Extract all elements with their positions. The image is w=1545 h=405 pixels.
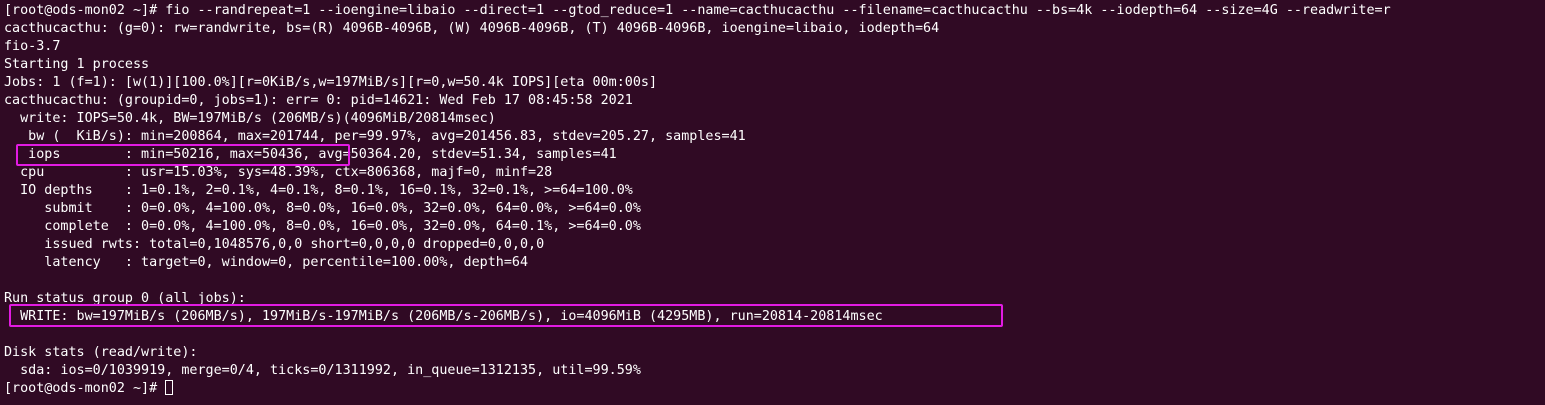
terminal-line-disk-stats: Disk stats (read/write): bbox=[4, 345, 198, 360]
terminal-line-cpu: cpu : usr=15.03%, sys=48.39%, ctx=806368… bbox=[4, 165, 553, 180]
terminal-line-fio-version: fio-3.7 bbox=[4, 39, 61, 54]
terminal-line-starting: Starting 1 process bbox=[4, 57, 150, 72]
terminal-line-jobs-status: Jobs: 1 (f=1): [w(1)][100.0%][r=0KiB/s,w… bbox=[4, 75, 658, 90]
iops-highlight-box bbox=[16, 144, 350, 166]
terminal-line-complete: complete : 0=0.0%, 4=100.0%, 8=0.0%, 16=… bbox=[4, 219, 641, 234]
write-summary-highlight-box bbox=[9, 304, 1003, 327]
text-cursor bbox=[165, 380, 174, 395]
terminal-line-sda: sda: ios=0/1039919, merge=0/4, ticks=0/1… bbox=[4, 363, 641, 378]
terminal-window[interactable]: [root@ods-mon02 ~]# fio --randrepeat=1 -… bbox=[0, 0, 1545, 405]
terminal-line-job-config: cacthucacthu: (g=0): rw=randwrite, bs=(R… bbox=[4, 21, 940, 36]
terminal-prompt-line[interactable]: [root@ods-mon02 ~]# bbox=[4, 380, 1545, 398]
terminal-line-issued-rwts: issued rwts: total=0,1048576,0,0 short=0… bbox=[4, 237, 545, 252]
terminal-line-command: [root@ods-mon02 ~]# fio --randrepeat=1 -… bbox=[4, 3, 1391, 18]
shell-prompt: [root@ods-mon02 ~]# bbox=[4, 381, 166, 396]
terminal-line-submit: submit : 0=0.0%, 4=100.0%, 8=0.0%, 16=0.… bbox=[4, 201, 641, 216]
terminal-line-latency: latency : target=0, window=0, percentile… bbox=[4, 255, 529, 270]
terminal-line-write-summary: write: IOPS=50.4k, BW=197MiB/s (206MB/s)… bbox=[4, 111, 496, 126]
terminal-line-io-depths: IO depths : 1=0.1%, 2=0.1%, 4=0.1%, 8=0.… bbox=[4, 183, 633, 198]
terminal-line-group-header: cacthucacthu: (groupid=0, jobs=1): err= … bbox=[4, 93, 633, 108]
